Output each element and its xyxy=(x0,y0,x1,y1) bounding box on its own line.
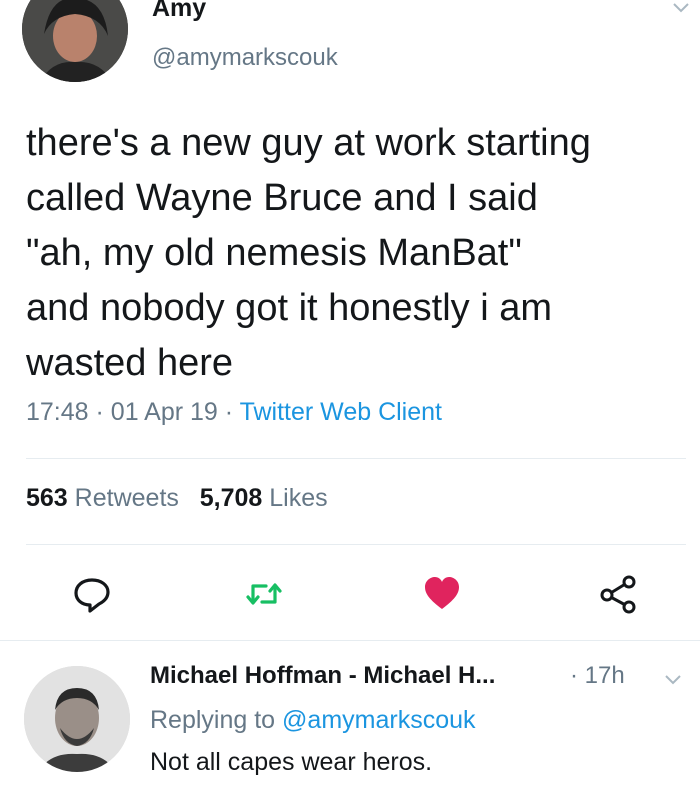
retweet-icon[interactable] xyxy=(244,574,284,614)
tweet-client[interactable]: Twitter Web Client xyxy=(240,398,442,426)
tweet-meta: 17:48 · 01 Apr 19 · Twitter Web Client xyxy=(26,398,442,427)
reply-author-photo xyxy=(24,666,130,772)
share-icon[interactable] xyxy=(598,574,638,614)
meta-separator: · xyxy=(224,398,240,426)
replying-to-handle[interactable]: @amymarkscouk xyxy=(282,706,475,734)
reply-time-value: 17h xyxy=(584,662,625,689)
author-name[interactable]: Amy xyxy=(152,0,206,23)
likes-label: Likes xyxy=(269,484,328,512)
likes-stat[interactable]: 5,708 Likes xyxy=(200,484,328,512)
tweet-text: there's a new guy at work starting calle… xyxy=(26,122,591,384)
chevron-down-icon[interactable] xyxy=(662,668,684,690)
author-avatar[interactable] xyxy=(22,0,128,82)
likes-count: 5,708 xyxy=(199,484,263,512)
reply-avatar[interactable] xyxy=(24,666,130,772)
heart-icon[interactable] xyxy=(422,574,462,614)
tweet-date[interactable]: 01 Apr 19 xyxy=(111,398,218,426)
tweet-stats: 563 Retweets 5,708 Likes xyxy=(26,484,328,513)
tweet-time[interactable]: 17:48 xyxy=(26,398,89,426)
replying-to: Replying to @amymarkscouk xyxy=(150,706,476,735)
meta-separator: · xyxy=(95,398,111,426)
divider xyxy=(0,640,700,641)
divider xyxy=(26,544,686,545)
author-photo xyxy=(22,0,128,82)
divider xyxy=(26,458,686,459)
reply-author-name[interactable]: Michael Hoffman - Michael H... xyxy=(150,662,495,690)
reply-time[interactable]: · 17h xyxy=(570,662,625,690)
author-handle[interactable]: @amymarkscouk xyxy=(152,44,338,72)
retweets-stat[interactable]: 563 Retweets xyxy=(26,484,179,512)
chevron-down-icon[interactable] xyxy=(670,0,692,18)
replying-to-label: Replying to xyxy=(150,706,276,734)
retweets-count: 563 xyxy=(26,484,68,512)
retweets-label: Retweets xyxy=(74,484,179,512)
reply-text: Not all capes wear heros. xyxy=(150,748,433,776)
reply-icon[interactable] xyxy=(72,574,112,614)
